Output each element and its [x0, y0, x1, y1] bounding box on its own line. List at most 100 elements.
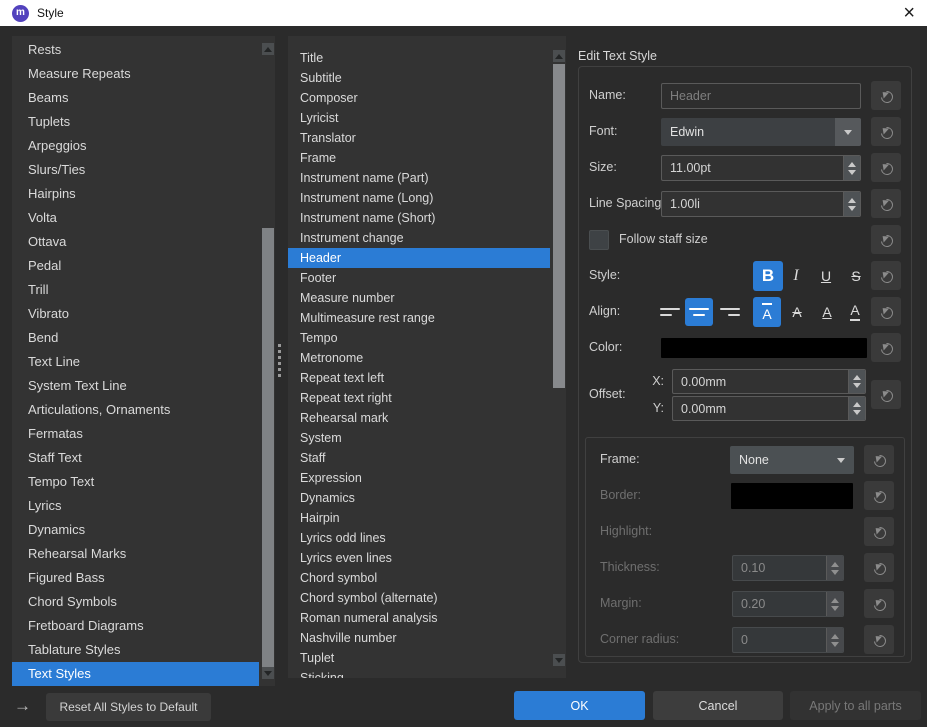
font-select[interactable]: Edwin — [661, 118, 861, 146]
list-item[interactable]: Expression — [288, 468, 550, 488]
list-item[interactable]: Subtitle — [288, 68, 550, 88]
list-item[interactable]: System Text Line — [12, 374, 259, 398]
list-item[interactable]: Text Styles — [12, 662, 259, 686]
list-item[interactable]: System — [288, 428, 550, 448]
list-item[interactable]: Tablature Styles — [12, 638, 259, 662]
reset-size-button[interactable] — [871, 153, 901, 182]
list-item[interactable]: Staff — [288, 448, 550, 468]
size-spinbox[interactable] — [661, 155, 861, 181]
list-item[interactable]: Rehearsal mark — [288, 408, 550, 428]
align-top-button[interactable]: A — [753, 297, 781, 327]
list-item[interactable]: Nashville number — [288, 628, 550, 648]
ok-button[interactable]: OK — [514, 691, 645, 720]
list-item[interactable]: Fermatas — [12, 422, 259, 446]
reset-frame-button[interactable] — [864, 445, 894, 474]
list-item[interactable]: Rehearsal Marks — [12, 542, 259, 566]
scroll-down-button[interactable] — [553, 654, 565, 666]
list-item[interactable]: Instrument name (Short) — [288, 208, 550, 228]
list-item[interactable]: Hairpins — [12, 182, 259, 206]
align-vcenter-button[interactable]: A — [785, 298, 809, 326]
list-item[interactable]: Volta — [12, 206, 259, 230]
scroll-down-button[interactable] — [262, 667, 274, 679]
list-item[interactable]: Rests — [12, 38, 259, 62]
list-item[interactable]: Arpeggios — [12, 134, 259, 158]
offset-x-input[interactable] — [673, 370, 848, 393]
list-item[interactable]: Lyricist — [288, 108, 550, 128]
list-item[interactable]: Bend — [12, 326, 259, 350]
list-item[interactable]: Fretboard Diagrams — [12, 614, 259, 638]
list-item[interactable]: Articulations, Ornaments — [12, 398, 259, 422]
list-item[interactable]: Measure number — [288, 288, 550, 308]
list-item[interactable]: Composer — [288, 88, 550, 108]
list-item[interactable]: Tempo — [288, 328, 550, 348]
reset-thickness-button[interactable] — [864, 553, 894, 582]
list-item[interactable]: Beams — [12, 86, 259, 110]
cancel-button[interactable]: Cancel — [653, 691, 783, 720]
size-input[interactable] — [662, 156, 843, 180]
list-item[interactable]: Staff Text — [12, 446, 259, 470]
reset-follow-staff-button[interactable] — [871, 225, 901, 254]
list-item[interactable]: Chord Symbols — [12, 590, 259, 614]
follow-staff-size-checkbox[interactable] — [589, 230, 609, 250]
list-item[interactable]: Footer — [288, 268, 550, 288]
scrollbar-thumb[interactable] — [262, 228, 274, 668]
reset-highlight-button[interactable] — [864, 517, 894, 546]
panel-splitter-handle[interactable] — [277, 344, 281, 377]
line-spacing-spinbox[interactable] — [661, 191, 861, 217]
list-item[interactable]: Instrument name (Long) — [288, 188, 550, 208]
list-item[interactable]: Frame — [288, 148, 550, 168]
spinner-buttons[interactable] — [843, 192, 860, 216]
reset-line-spacing-button[interactable] — [871, 189, 901, 218]
align-bottom-button[interactable]: A — [843, 298, 867, 326]
reset-all-styles-button[interactable]: Reset All Styles to Default — [46, 693, 211, 721]
list-item[interactable]: Slurs/Ties — [12, 158, 259, 182]
list-item[interactable]: Lyrics — [12, 494, 259, 518]
align-baseline-button[interactable]: A — [815, 298, 839, 326]
align-right-button[interactable] — [717, 299, 743, 325]
reset-style-button[interactable] — [871, 261, 901, 290]
list-item[interactable]: Translator — [288, 128, 550, 148]
list-item[interactable]: Tuplet — [288, 648, 550, 668]
list-item[interactable]: Chord symbol (alternate) — [288, 588, 550, 608]
list-item[interactable]: Trill — [12, 278, 259, 302]
reset-name-button[interactable] — [871, 81, 901, 110]
reset-offset-button[interactable] — [871, 380, 901, 409]
underline-button[interactable]: U — [814, 262, 838, 290]
reset-font-button[interactable] — [871, 117, 901, 146]
list-item[interactable]: Tempo Text — [12, 470, 259, 494]
reset-align-button[interactable] — [871, 297, 901, 326]
list-item[interactable]: Instrument change — [288, 228, 550, 248]
spinner-buttons[interactable] — [848, 370, 865, 393]
list-item[interactable]: Dynamics — [288, 488, 550, 508]
align-left-button[interactable] — [657, 299, 683, 325]
scroll-up-button[interactable] — [553, 50, 565, 62]
line-spacing-input[interactable] — [662, 192, 843, 216]
spinner-buttons[interactable] — [843, 156, 860, 180]
list-item[interactable]: Measure Repeats — [12, 62, 259, 86]
color-swatch[interactable] — [661, 338, 867, 358]
italic-button[interactable]: I — [784, 262, 808, 290]
offset-x-spinbox[interactable] — [672, 369, 866, 394]
spinner-buttons[interactable] — [848, 397, 865, 420]
align-center-button[interactable] — [685, 298, 713, 326]
reset-corner-radius-button[interactable] — [864, 625, 894, 654]
offset-y-input[interactable] — [673, 397, 848, 420]
list-item[interactable]: Header — [288, 248, 550, 268]
list-item[interactable]: Chord symbol — [288, 568, 550, 588]
reset-margin-button[interactable] — [864, 589, 894, 618]
list-item[interactable]: Repeat text right — [288, 388, 550, 408]
list-item[interactable]: Text Line — [12, 350, 259, 374]
scrollbar-thumb[interactable] — [553, 64, 565, 388]
list-item[interactable]: Repeat text left — [288, 368, 550, 388]
left-list-scrollbar[interactable] — [261, 36, 275, 686]
frame-select[interactable]: None — [730, 446, 854, 474]
list-item[interactable]: Multimeasure rest range — [288, 308, 550, 328]
list-item[interactable]: Pedal — [12, 254, 259, 278]
list-item[interactable]: Lyrics odd lines — [288, 528, 550, 548]
list-item[interactable]: Roman numeral analysis — [288, 608, 550, 628]
list-item[interactable]: Instrument name (Part) — [288, 168, 550, 188]
list-item[interactable]: Vibrato — [12, 302, 259, 326]
list-item[interactable]: Sticking — [288, 668, 550, 678]
list-item[interactable]: Dynamics — [12, 518, 259, 542]
list-item[interactable]: Hairpin — [288, 508, 550, 528]
